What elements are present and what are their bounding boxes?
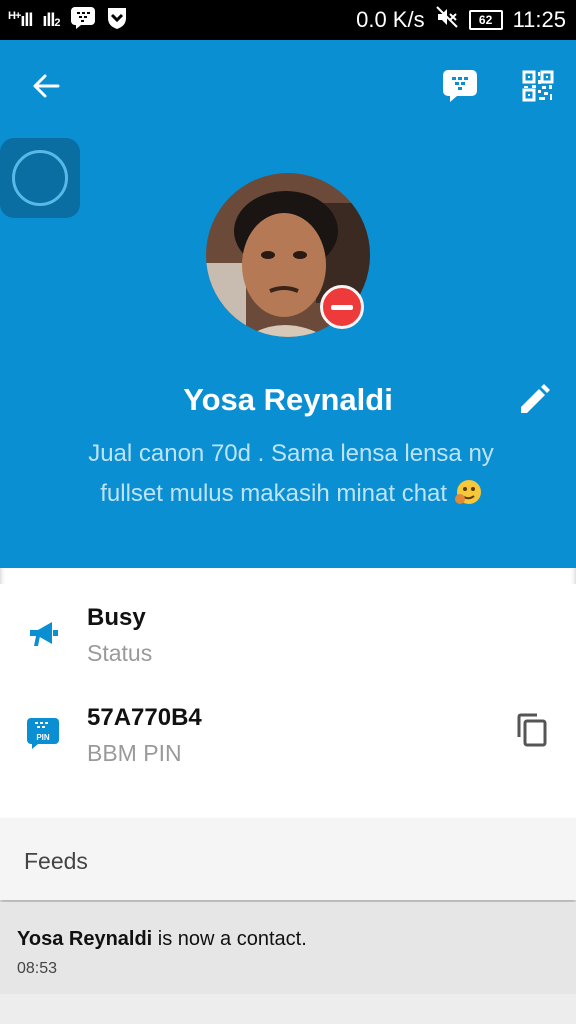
feed-list-continuation [0, 994, 576, 1024]
edit-profile-button[interactable] [514, 380, 554, 420]
status-label: Status [87, 640, 153, 666]
network-speed: 0.0 K/s [356, 7, 425, 32]
network-type: H+ [8, 9, 21, 22]
qr-code-icon [522, 70, 554, 102]
contact-info-card: Busy Status PIN 57A770B4 BBM PIN [0, 568, 576, 818]
floating-chat-bubble[interactable] [0, 138, 80, 218]
minus-icon [331, 304, 353, 310]
bbm-pin-icon: PIN [22, 712, 64, 754]
battery-icon: 62 [468, 10, 503, 30]
signal-sim2: ıll2 [42, 9, 60, 30]
pin-row[interactable]: PIN 57A770B4 BBM PIN [0, 684, 576, 774]
bubble-ring [12, 150, 68, 206]
feed-contact-name: Yosa Reynaldi [17, 928, 153, 950]
feeds-section-header: Feeds [0, 818, 576, 900]
copy-pin-button[interactable] [512, 710, 552, 750]
status-bar: H+ıll ıll2 0.0 K/s 62 11:25 [0, 0, 576, 40]
feed-timestamp: 08:53 [17, 960, 58, 977]
busy-status-badge [320, 285, 364, 329]
copy-icon [517, 713, 547, 747]
back-arrow-icon [33, 74, 60, 98]
pin-icon-text: PIN [36, 733, 50, 742]
back-button[interactable] [26, 66, 66, 106]
contact-info-list: Busy Status PIN 57A770B4 BBM PIN [0, 584, 576, 818]
emoji-thinking-icon [454, 480, 481, 504]
bbm-notification-icon [70, 6, 96, 35]
shield-icon [106, 6, 128, 35]
feed-text: Yosa Reynaldi is now a contact. [17, 928, 307, 951]
megaphone-icon [22, 612, 64, 654]
bbm-chat-icon [443, 70, 477, 102]
mute-icon [435, 5, 459, 35]
personal-message: Jual canon 70d . Sama lensa lensa ny ful… [66, 434, 516, 514]
pin-label: BBM PIN [87, 740, 182, 766]
pin-value: 57A770B4 [87, 704, 202, 731]
battery-level: 62 [478, 13, 493, 27]
feeds-title: Feeds [24, 848, 88, 874]
personal-message-text: Jual canon 70d . Sama lensa lensa ny ful… [88, 440, 494, 507]
status-value: Busy [87, 604, 146, 631]
feed-item[interactable]: Yosa Reynaldi is now a contact. 08:53 [0, 902, 576, 994]
profile-header: Yosa Reynaldi Jual canon 70d . Sama lens… [0, 40, 576, 568]
status-row: Busy Status [0, 584, 576, 674]
feed-message: is now a contact. [157, 928, 307, 950]
clock: 11:25 [512, 7, 566, 32]
edit-pencil-icon [521, 384, 550, 413]
bbm-chat-button[interactable] [440, 66, 480, 106]
profile-name: Yosa Reynaldi [183, 382, 393, 417]
qr-code-button[interactable] [518, 66, 558, 106]
signal-sim1: H+ıll [8, 9, 33, 30]
sim-number: 2 [54, 16, 60, 29]
